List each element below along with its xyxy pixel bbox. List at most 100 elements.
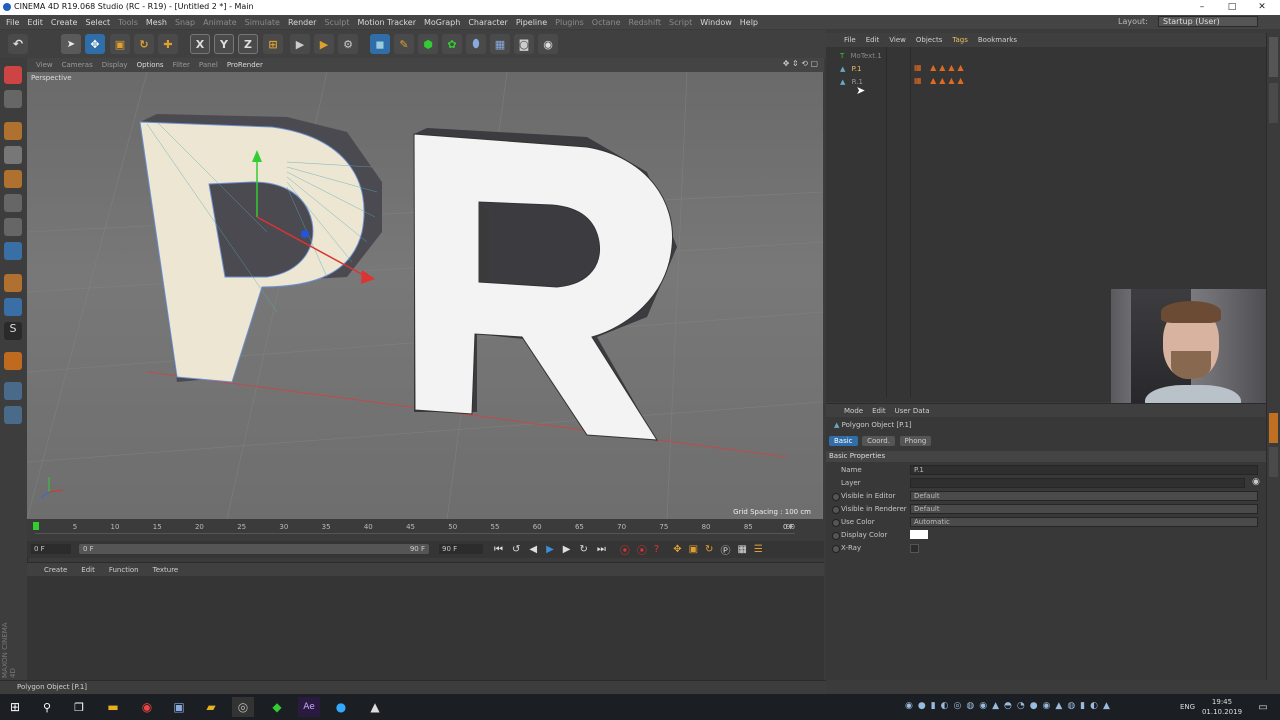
menu-file[interactable]: File	[6, 18, 19, 27]
axis-x-button[interactable]: X	[190, 34, 210, 54]
key-pla-icon[interactable]: ▦	[737, 544, 746, 555]
tab-phong[interactable]: Phong	[899, 436, 932, 446]
key-rotation-icon[interactable]: ↻	[705, 544, 713, 555]
menu-plugins[interactable]: Plugins	[555, 18, 584, 27]
coordinate-system-icon[interactable]: ⊞	[263, 34, 283, 54]
use-color-dropdown[interactable]: Automatic	[910, 517, 1258, 527]
3d-viewport[interactable]: Perspective Grid Spacing: 100 cm	[27, 72, 823, 519]
undo-icon[interactable]: ↶	[8, 34, 28, 54]
soloing-icon[interactable]	[4, 298, 22, 316]
tray-icons[interactable]: ◉●▮◐◎◍◉▲◓◔●◉▲◍▮◐▲	[905, 701, 1115, 711]
next-key-icon[interactable]: ↻	[580, 544, 588, 555]
layout-dropdown[interactable]: Startup (User)	[1158, 16, 1258, 27]
prev-frame-icon[interactable]: ◀	[529, 544, 537, 555]
file-explorer-icon[interactable]: ▬	[102, 697, 124, 717]
cloner-icon[interactable]: ✿	[442, 34, 462, 54]
language-indicator[interactable]: ENG	[1180, 703, 1195, 711]
panel-tab-layers[interactable]	[1269, 447, 1278, 477]
prev-key-icon[interactable]: ↺	[512, 544, 520, 555]
cinema4d-taskbar-icon[interactable]: ◎	[232, 697, 254, 717]
object-menu-bookmarks[interactable]: Bookmarks	[978, 36, 1017, 44]
key-parameter-icon[interactable]: Ⓟ	[720, 542, 730, 557]
start-frame-field[interactable]: 0 F	[31, 544, 71, 554]
menu-simulate[interactable]: Simulate	[245, 18, 280, 27]
object-row[interactable]: ▲ P.1	[840, 65, 861, 76]
menu-motion-tracker[interactable]: Motion Tracker	[357, 18, 416, 27]
menu-help[interactable]: Help	[740, 18, 758, 27]
timeline-menu-icon[interactable]: ☰	[754, 544, 763, 555]
viewport-menu-view[interactable]: View	[36, 61, 53, 69]
object-menu-edit[interactable]: Edit	[866, 36, 880, 44]
animation-dot[interactable]	[832, 493, 840, 501]
light-icon[interactable]: ◉	[538, 34, 558, 54]
menu-animate[interactable]: Animate	[203, 18, 237, 27]
live-selection-icon[interactable]: ✚	[158, 34, 178, 54]
playhead[interactable]	[33, 522, 39, 530]
object-axis-icon[interactable]	[4, 242, 22, 260]
object-menu-tags[interactable]: Tags	[952, 36, 968, 44]
object-row[interactable]: T MoText.1	[840, 52, 882, 63]
viewport-menu-display[interactable]: Display	[102, 61, 128, 69]
material-menu-create[interactable]: Create	[44, 566, 67, 574]
key-position-icon[interactable]: ✥	[673, 544, 681, 555]
snap-icon[interactable]: S	[4, 322, 22, 340]
menu-select[interactable]: Select	[85, 18, 110, 27]
play-icon[interactable]: ▶	[546, 544, 554, 555]
axis-y-button[interactable]: Y	[214, 34, 234, 54]
autokey-icon[interactable]: ⦿	[637, 542, 647, 557]
menu-window[interactable]: Window	[700, 18, 732, 27]
object-menu-view[interactable]: View	[889, 36, 906, 44]
tab-basic[interactable]: Basic	[829, 436, 858, 446]
polygons-mode-icon[interactable]	[4, 218, 22, 236]
frame-range-slider[interactable]: 0 F 90 F	[79, 544, 429, 554]
render-picture-viewer-icon[interactable]: ▶	[314, 34, 334, 54]
goto-end-icon[interactable]: ⏭	[597, 544, 606, 555]
animation-dot[interactable]	[832, 532, 840, 540]
object-menu-file[interactable]: File	[844, 36, 856, 44]
edges-mode-icon[interactable]	[4, 194, 22, 212]
layer-picker-icon[interactable]: ◉	[1252, 477, 1260, 487]
workplane-mode-icon[interactable]	[4, 146, 22, 164]
subdivision-icon[interactable]: ⬢	[418, 34, 438, 54]
attr-menu-mode[interactable]: Mode	[844, 407, 863, 415]
menu-tools[interactable]: Tools	[118, 18, 138, 27]
pen-spline-icon[interactable]: ✎	[394, 34, 414, 54]
model-mode-icon[interactable]	[4, 90, 22, 108]
attr-menu-edit[interactable]: Edit	[872, 407, 886, 415]
panel-tab-objects[interactable]	[1269, 37, 1278, 77]
layer-field[interactable]	[910, 478, 1245, 488]
render-view-icon[interactable]: ▶	[290, 34, 310, 54]
maps-icon[interactable]: ◆	[266, 697, 288, 717]
object-menu-objects[interactable]: Objects	[916, 36, 942, 44]
close-button[interactable]: ✕	[1247, 0, 1277, 15]
camera-icon[interactable]: ◙	[514, 34, 534, 54]
scale-tool-icon[interactable]: ▣	[110, 34, 130, 54]
visible-editor-dropdown[interactable]: Default	[910, 491, 1258, 501]
viewport-menu-cameras[interactable]: Cameras	[62, 61, 93, 69]
save-icon[interactable]: ▣	[168, 697, 190, 717]
tweak-mode-icon[interactable]	[4, 274, 22, 292]
material-menu-edit[interactable]: Edit	[81, 566, 95, 574]
key-scale-icon[interactable]: ▣	[689, 544, 698, 555]
display-color-swatch[interactable]	[910, 530, 928, 539]
timeline-ruler[interactable]: 0 5 10 15 20 25 30 35 40 45 50 55 60 65 …	[27, 519, 824, 541]
menu-pipeline[interactable]: Pipeline	[516, 18, 547, 27]
floor-icon[interactable]: ▦	[490, 34, 510, 54]
menu-mesh[interactable]: Mesh	[146, 18, 167, 27]
make-editable-icon[interactable]	[4, 66, 22, 84]
move-tool-icon[interactable]: ✥	[85, 34, 105, 54]
visible-renderer-dropdown[interactable]: Default	[910, 504, 1258, 514]
xray-checkbox[interactable]	[910, 544, 919, 553]
next-frame-icon[interactable]: ▶	[563, 544, 571, 555]
material-menu-function[interactable]: Function	[109, 566, 139, 574]
enable-axis-icon[interactable]	[4, 352, 22, 370]
menu-redshift[interactable]: Redshift	[629, 18, 661, 27]
menu-snap[interactable]: Snap	[175, 18, 195, 27]
tab-coord[interactable]: Coord.	[862, 436, 895, 446]
animation-dot[interactable]	[832, 506, 840, 514]
texture-mode-icon[interactable]	[4, 122, 22, 140]
points-mode-icon[interactable]	[4, 170, 22, 188]
chrome-icon[interactable]: ◉	[136, 697, 158, 717]
attr-menu-user-data[interactable]: User Data	[895, 407, 930, 415]
rotate-tool-icon[interactable]: ↻	[134, 34, 154, 54]
